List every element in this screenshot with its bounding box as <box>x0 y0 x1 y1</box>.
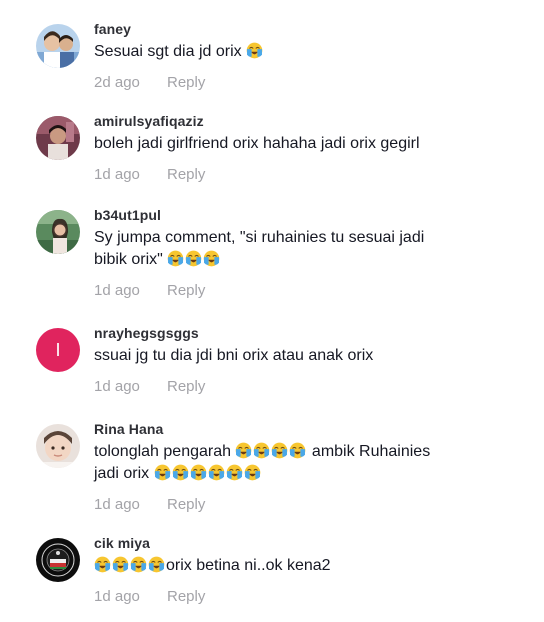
avatar-logo <box>36 538 80 582</box>
loudly-crying-face-icon <box>246 42 263 59</box>
loudly-crying-face-icon <box>148 556 165 573</box>
comment-time: 1d ago <box>94 378 140 395</box>
loudly-crying-face-icon <box>172 464 189 481</box>
comment-text: Sesuai sgt dia jd orix <box>94 41 514 63</box>
comment-time: 1d ago <box>94 588 140 605</box>
comment-text-body: bibik orix" <box>94 251 163 268</box>
comment-text-line: tolonglah pengarah ambik Ruhainies <box>94 441 514 463</box>
reply-button[interactable]: Reply <box>167 378 205 395</box>
loudly-crying-face-icon <box>167 250 184 267</box>
reply-button[interactable]: Reply <box>167 282 205 299</box>
comment-text-body: jadi orix <box>94 465 150 482</box>
comment-username[interactable]: b34ut1pul <box>94 206 514 224</box>
loudly-crying-face-icon <box>154 464 171 481</box>
loudly-crying-face-icon <box>226 464 243 481</box>
comment-text: ssuai jg tu dia jdi bni orix atau anak o… <box>94 347 374 364</box>
avatar-letter: I <box>55 339 61 360</box>
comment-text-body: tolonglah pengarah <box>94 443 232 460</box>
comment-username[interactable]: nrayhegsgsggs <box>94 324 514 342</box>
loudly-crying-face-icon <box>244 464 261 481</box>
avatar[interactable] <box>36 538 80 582</box>
avatar[interactable]: I <box>36 328 80 372</box>
avatar[interactable] <box>36 210 80 254</box>
avatar-photo <box>36 210 80 254</box>
comment-text: boleh jadi girlfriend orix hahaha jadi o… <box>94 135 420 152</box>
avatar[interactable] <box>36 424 80 468</box>
avatar-photo <box>36 116 80 160</box>
comment-meta: 1d ago Reply <box>94 166 514 184</box>
comment-text: orix betina ni..ok kena2 <box>94 555 514 577</box>
comment-text-body: orix betina ni..ok kena2 <box>166 557 331 574</box>
loudly-crying-face-icon <box>271 442 288 459</box>
reply-button[interactable]: Reply <box>167 496 205 513</box>
loudly-crying-face-icon <box>112 556 129 573</box>
avatar[interactable] <box>36 116 80 160</box>
reply-button[interactable]: Reply <box>167 74 205 91</box>
comment-time: 1d ago <box>94 496 140 513</box>
loudly-crying-face-icon <box>203 250 220 267</box>
comment-meta: 1d ago Reply <box>94 588 514 606</box>
comment-meta: 1d ago Reply <box>94 378 514 396</box>
loudly-crying-face-icon <box>130 556 147 573</box>
avatar-photo <box>36 424 80 468</box>
comment-text-line: bibik orix" <box>94 249 514 271</box>
avatar[interactable] <box>36 24 80 68</box>
comment-text: tolonglah pengarah ambik Ruhainies jadi … <box>94 441 514 485</box>
comment-text-line: Sy jumpa comment, "si ruhainies tu sesua… <box>94 229 425 246</box>
reply-button[interactable]: Reply <box>167 588 205 605</box>
comment-time: 1d ago <box>94 166 140 183</box>
loudly-crying-face-icon <box>185 250 202 267</box>
comment-meta: 2d ago Reply <box>94 74 514 92</box>
loudly-crying-face-icon <box>235 442 252 459</box>
comment-text: Sy jumpa comment, "si ruhainies tu sesua… <box>94 227 514 271</box>
reply-button[interactable]: Reply <box>167 166 205 183</box>
comment-meta: 1d ago Reply <box>94 282 514 300</box>
comment-time: 1d ago <box>94 282 140 299</box>
loudly-crying-face-icon <box>208 464 225 481</box>
comment-username[interactable]: amirulsyafiqaziz <box>94 112 514 130</box>
loudly-crying-face-icon <box>94 556 111 573</box>
comment-text-line: jadi orix <box>94 463 514 485</box>
loudly-crying-face-icon <box>253 442 270 459</box>
comment-username[interactable]: faney <box>94 20 514 38</box>
comment-text-body: Sesuai sgt dia jd orix <box>94 43 242 60</box>
comment-meta: 1d ago Reply <box>94 496 514 514</box>
comment-text-body: ambik Ruhainies <box>311 443 431 460</box>
comment-username[interactable]: cik miya <box>94 534 514 552</box>
loudly-crying-face-icon <box>289 442 306 459</box>
comment-username[interactable]: Rina Hana <box>94 420 514 438</box>
comment-time: 2d ago <box>94 74 140 91</box>
loudly-crying-face-icon <box>190 464 207 481</box>
avatar-photo <box>36 24 80 68</box>
